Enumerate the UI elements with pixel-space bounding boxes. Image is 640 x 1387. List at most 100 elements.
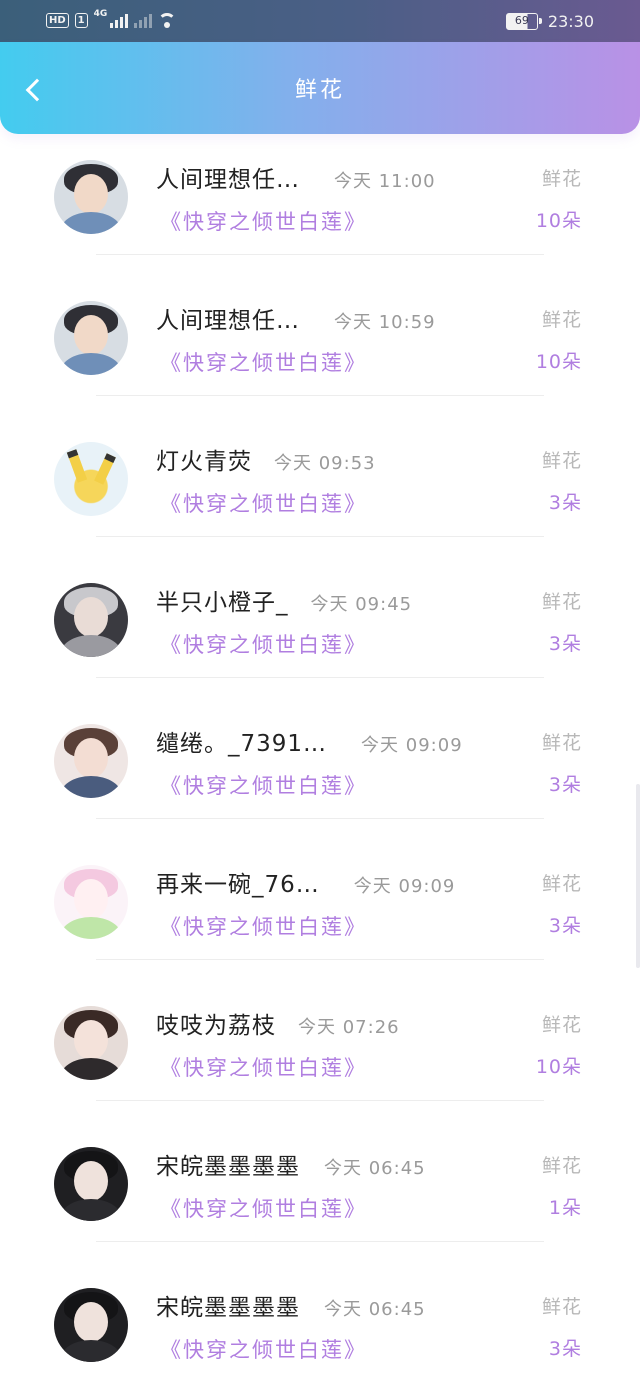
gift-count: 10朵	[535, 351, 582, 373]
list-item[interactable]: 吱吱为荔枝 今天 07:26 《快穿之倾世白莲》 鲜花 10朵	[0, 986, 640, 1127]
timestamp: 今天 07:26	[298, 1017, 400, 1038]
book-title[interactable]: 《快穿之倾世白莲》	[160, 1052, 367, 1082]
screen: HD 1 4G 69 23:30 鲜花 人间理想任… 今天 11:00 《快穿之…	[0, 0, 640, 1387]
gift-count: 1朵	[548, 1197, 582, 1219]
header: 鲜花	[0, 42, 640, 134]
name-line: 宋皖墨墨墨墨 今天 06:45	[156, 1147, 426, 1181]
user-name[interactable]: 宋皖墨墨墨墨	[156, 1147, 300, 1181]
avatar[interactable]	[54, 442, 128, 516]
user-name[interactable]: 缱绻。_7391…	[156, 724, 327, 758]
list-item[interactable]: 人间理想任… 今天 10:59 《快穿之倾世白莲》 鲜花 10朵	[0, 281, 640, 422]
user-name[interactable]: 灯火青荧	[156, 442, 252, 476]
hd-badge: HD	[46, 12, 69, 28]
divider	[96, 677, 544, 678]
timestamp: 今天 09:53	[274, 453, 376, 474]
avatar-face	[74, 597, 108, 637]
book-title[interactable]: 《快穿之倾世白莲》	[160, 347, 367, 377]
avatar-body	[60, 1340, 122, 1362]
avatar[interactable]	[54, 1006, 128, 1080]
name-line: 再来一碗_76… 今天 09:09	[156, 865, 455, 899]
gift-type: 鲜花	[541, 591, 582, 613]
gift-type: 鲜花	[541, 168, 582, 190]
gift-count: 10朵	[535, 210, 582, 232]
gift-type: 鲜花	[541, 450, 582, 472]
avatar-face	[74, 1161, 108, 1201]
timestamp: 今天 11:00	[334, 171, 436, 192]
gift-type: 鲜花	[541, 873, 582, 895]
avatar-face	[74, 738, 108, 778]
name-line: 灯火青荧 今天 09:53	[156, 442, 376, 476]
divider	[96, 1100, 544, 1101]
avatar-face	[74, 1020, 108, 1060]
avatar-body	[60, 212, 122, 234]
divider	[96, 818, 544, 819]
book-title[interactable]: 《快穿之倾世白莲》	[160, 911, 367, 941]
avatar[interactable]	[54, 301, 128, 375]
timestamp: 今天 10:59	[334, 312, 436, 333]
user-name[interactable]: 人间理想任…	[156, 301, 300, 335]
gift-count: 3朵	[548, 915, 582, 937]
avatar-body	[60, 353, 122, 375]
clock: 23:30	[547, 12, 594, 31]
list-item[interactable]: 再来一碗_76… 今天 09:09 《快穿之倾世白莲》 鲜花 3朵	[0, 845, 640, 986]
page-title: 鲜花	[294, 78, 345, 103]
book-title[interactable]: 《快穿之倾世白莲》	[160, 770, 367, 800]
battery-icon: 69	[505, 13, 542, 30]
user-name[interactable]: 人间理想任…	[156, 160, 300, 194]
list-item[interactable]: 宋皖墨墨墨墨 今天 06:45 《快穿之倾世白莲》 鲜花 1朵	[0, 1127, 640, 1268]
book-title[interactable]: 《快穿之倾世白莲》	[160, 206, 367, 236]
book-title[interactable]: 《快穿之倾世白莲》	[160, 629, 367, 659]
avatar-body	[60, 917, 122, 939]
name-line: 人间理想任… 今天 10:59	[156, 301, 436, 335]
book-title[interactable]: 《快穿之倾世白莲》	[160, 1193, 367, 1223]
avatar[interactable]	[54, 160, 128, 234]
name-line: 缱绻。_7391… 今天 09:09	[156, 724, 463, 758]
avatar-body	[60, 1199, 122, 1221]
user-name[interactable]: 再来一碗_76…	[156, 865, 320, 899]
gift-type: 鲜花	[541, 1296, 582, 1318]
gift-count: 3朵	[548, 774, 582, 796]
avatar[interactable]	[54, 865, 128, 939]
divider	[96, 395, 544, 396]
gift-count: 3朵	[548, 633, 582, 655]
divider	[96, 959, 544, 960]
scrollbar[interactable]	[636, 784, 640, 968]
gift-list: 人间理想任… 今天 11:00 《快穿之倾世白莲》 鲜花 10朵 人间理想任… …	[0, 140, 640, 1387]
timestamp: 今天 09:09	[353, 876, 456, 897]
gift-type: 鲜花	[541, 309, 582, 331]
name-line: 吱吱为荔枝 今天 07:26	[156, 1006, 400, 1040]
signal-secondary-icon	[134, 12, 153, 28]
avatar-body	[60, 776, 122, 798]
avatar-face	[74, 879, 108, 919]
timestamp: 今天 09:45	[310, 594, 413, 615]
timestamp: 今天 06:45	[324, 1158, 426, 1179]
list-item[interactable]: 缱绻。_7391… 今天 09:09 《快穿之倾世白莲》 鲜花 3朵	[0, 704, 640, 845]
book-title[interactable]: 《快穿之倾世白莲》	[160, 1334, 367, 1364]
name-line: 半只小橙子_ 今天 09:45	[156, 583, 412, 617]
wifi-icon	[158, 13, 177, 28]
list-item[interactable]: 灯火青荧 今天 09:53 《快穿之倾世白莲》 鲜花 3朵	[0, 422, 640, 563]
list-item[interactable]: 半只小橙子_ 今天 09:45 《快穿之倾世白莲》 鲜花 3朵	[0, 563, 640, 704]
user-name[interactable]: 吱吱为荔枝	[156, 1006, 276, 1040]
timestamp: 今天 06:45	[324, 1299, 426, 1320]
divider	[96, 254, 544, 255]
user-name[interactable]: 宋皖墨墨墨墨	[156, 1288, 300, 1322]
list-item[interactable]: 宋皖墨墨墨墨 今天 06:45 《快穿之倾世白莲》 鲜花 3朵	[0, 1268, 640, 1387]
avatar[interactable]	[54, 1288, 128, 1362]
divider	[96, 536, 544, 537]
avatar[interactable]	[54, 724, 128, 798]
status-left: HD 1 4G	[46, 9, 177, 28]
avatar[interactable]	[54, 583, 128, 657]
network-type: 4G	[93, 9, 108, 19]
book-title[interactable]: 《快穿之倾世白莲》	[160, 488, 367, 518]
avatar-body	[60, 635, 122, 657]
user-name[interactable]: 半只小橙子_	[156, 583, 289, 617]
gift-type: 鲜花	[541, 1014, 582, 1036]
avatar[interactable]	[54, 1147, 128, 1221]
name-line: 宋皖墨墨墨墨 今天 06:45	[156, 1288, 426, 1322]
gift-count: 3朵	[548, 1338, 582, 1360]
gift-count: 3朵	[548, 492, 582, 514]
sim-badge: 1	[74, 12, 88, 28]
list-item[interactable]: 人间理想任… 今天 11:00 《快穿之倾世白莲》 鲜花 10朵	[0, 140, 640, 281]
divider	[96, 1241, 544, 1242]
